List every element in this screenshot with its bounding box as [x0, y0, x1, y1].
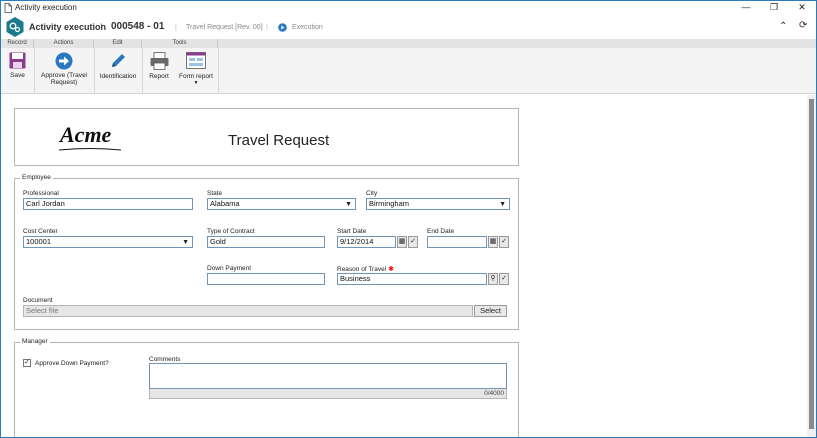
ribbon-groups: Record Actions Edit Tools [1, 39, 816, 48]
close-window-button[interactable]: ✕ [789, 1, 815, 15]
form-report-label: Form report [179, 73, 213, 80]
contract-field[interactable]: Gold [207, 236, 325, 248]
state-value: Alabama [210, 199, 240, 208]
collapse-icon[interactable]: ⌃ [779, 21, 787, 32]
group-actions: Actions [34, 39, 94, 48]
save-label: Save [10, 72, 25, 79]
form-header-card: Acme Travel Request [14, 108, 519, 166]
logo-text: Acme [58, 122, 112, 147]
professional-label: Professional [23, 190, 59, 197]
form-report-icon [186, 52, 206, 69]
form-report-button[interactable]: Form report ▼ [176, 50, 216, 94]
end-date-field[interactable] [427, 236, 487, 248]
dropdown-arrow-icon: ▼ [345, 201, 352, 208]
clear-icon[interactable]: ✓ [499, 273, 509, 285]
divider: | [175, 24, 177, 31]
manager-legend: Manager [20, 338, 50, 345]
group-tools: Tools [142, 39, 218, 48]
state-label: State [207, 190, 223, 197]
window-title: Activity execution [15, 3, 77, 12]
arrow-right-circle-icon [55, 52, 73, 70]
reason-label: Reason of Travel ✱ [337, 266, 394, 273]
select-file-button[interactable]: Select [474, 305, 507, 317]
dropdown-arrow-icon: ▼ [499, 201, 506, 208]
professional-field[interactable]: Carl Jordan [23, 198, 193, 210]
approve-label: Approve (Travel Request) [41, 72, 87, 86]
divider: | [266, 24, 268, 31]
document-field[interactable]: Select file [23, 305, 473, 317]
clear-icon[interactable]: ✓ [408, 236, 418, 248]
cost-center-select[interactable]: 100001 ▼ [23, 236, 193, 248]
group-record: Record [1, 39, 34, 48]
cost-center-value: 100001 [26, 237, 52, 246]
group-edit: Edit [94, 39, 142, 48]
approve-button[interactable]: Approve (Travel Request) [36, 50, 92, 94]
pencil-icon [112, 54, 125, 67]
start-date-label: Start Date [337, 228, 367, 235]
report-label: Report [149, 73, 169, 80]
approve-down-payment-label: Approve Down Payment? [35, 360, 109, 367]
save-button[interactable]: Save [4, 50, 31, 94]
clear-icon[interactable]: ✓ [499, 236, 509, 248]
search-icon[interactable]: ⚲ [488, 273, 498, 285]
form-canvas: Acme Travel Request Employee Professiona… [1, 95, 808, 437]
down-payment-field[interactable] [207, 273, 325, 285]
save-icon [9, 52, 26, 69]
comments-counter-bar: 0/4000 [149, 389, 507, 399]
form-title: Travel Request [228, 132, 330, 149]
identification-label: Identification [99, 73, 137, 80]
document-label: Document [23, 297, 53, 304]
scrollbar-thumb[interactable] [809, 99, 814, 429]
end-date-label: End Date [427, 228, 455, 235]
employee-legend: Employee [20, 174, 53, 181]
state-select[interactable]: Alabama ▼ [207, 198, 356, 210]
document-revision: Travel Request [Rev. 00] [186, 24, 263, 31]
comments-textarea[interactable] [149, 363, 507, 389]
city-select[interactable]: Birmingham ▼ [366, 198, 510, 210]
comments-counter: 0/4000 [484, 390, 504, 397]
calendar-icon[interactable]: ▦ [488, 236, 498, 248]
minimize-button[interactable]: — [733, 1, 759, 15]
reason-field[interactable]: Business [337, 273, 487, 285]
identification-button[interactable]: Identification [96, 50, 140, 94]
down-payment-label: Down Payment [207, 265, 252, 272]
chevron-down-icon: ▼ [193, 80, 199, 86]
printer-icon [150, 52, 168, 70]
separator [94, 48, 95, 94]
separator [34, 48, 35, 94]
separator [218, 48, 219, 94]
required-icon: ✱ [386, 266, 394, 273]
calendar-icon[interactable]: ▦ [397, 236, 407, 248]
chevron-right-icon: › [100, 20, 104, 31]
app-logo-icon [6, 17, 24, 37]
document-icon [4, 3, 12, 13]
title-bar: Activity execution — ❐ ✕ [1, 1, 816, 15]
acme-logo: Acme [58, 122, 122, 151]
header-bar: Activity execution › 000548 - 01 | Trave… [1, 15, 816, 39]
cost-center-label: Cost Center [23, 228, 58, 235]
app-name: Activity execution [29, 22, 107, 32]
start-date-field[interactable]: 9/12/2014 [337, 236, 396, 248]
dropdown-arrow-icon: ▼ [182, 239, 189, 246]
report-button[interactable]: Report [144, 50, 174, 94]
approve-down-payment-checkbox[interactable]: ✓ [23, 359, 31, 367]
city-label: City [366, 190, 378, 197]
restore-button[interactable]: ❐ [761, 1, 787, 15]
comments-label: Comments [149, 356, 181, 363]
contract-label: Type of Contract [207, 228, 255, 235]
refresh-icon[interactable]: ⟳ [799, 20, 807, 31]
record-id: 000548 - 01 [111, 21, 165, 32]
status-text: Execution [292, 24, 323, 31]
city-value: Birmingham [369, 199, 410, 208]
play-circle-icon [278, 23, 287, 32]
separator [142, 48, 143, 94]
ribbon: Save Approve (Travel Request) Identifica… [1, 48, 816, 94]
